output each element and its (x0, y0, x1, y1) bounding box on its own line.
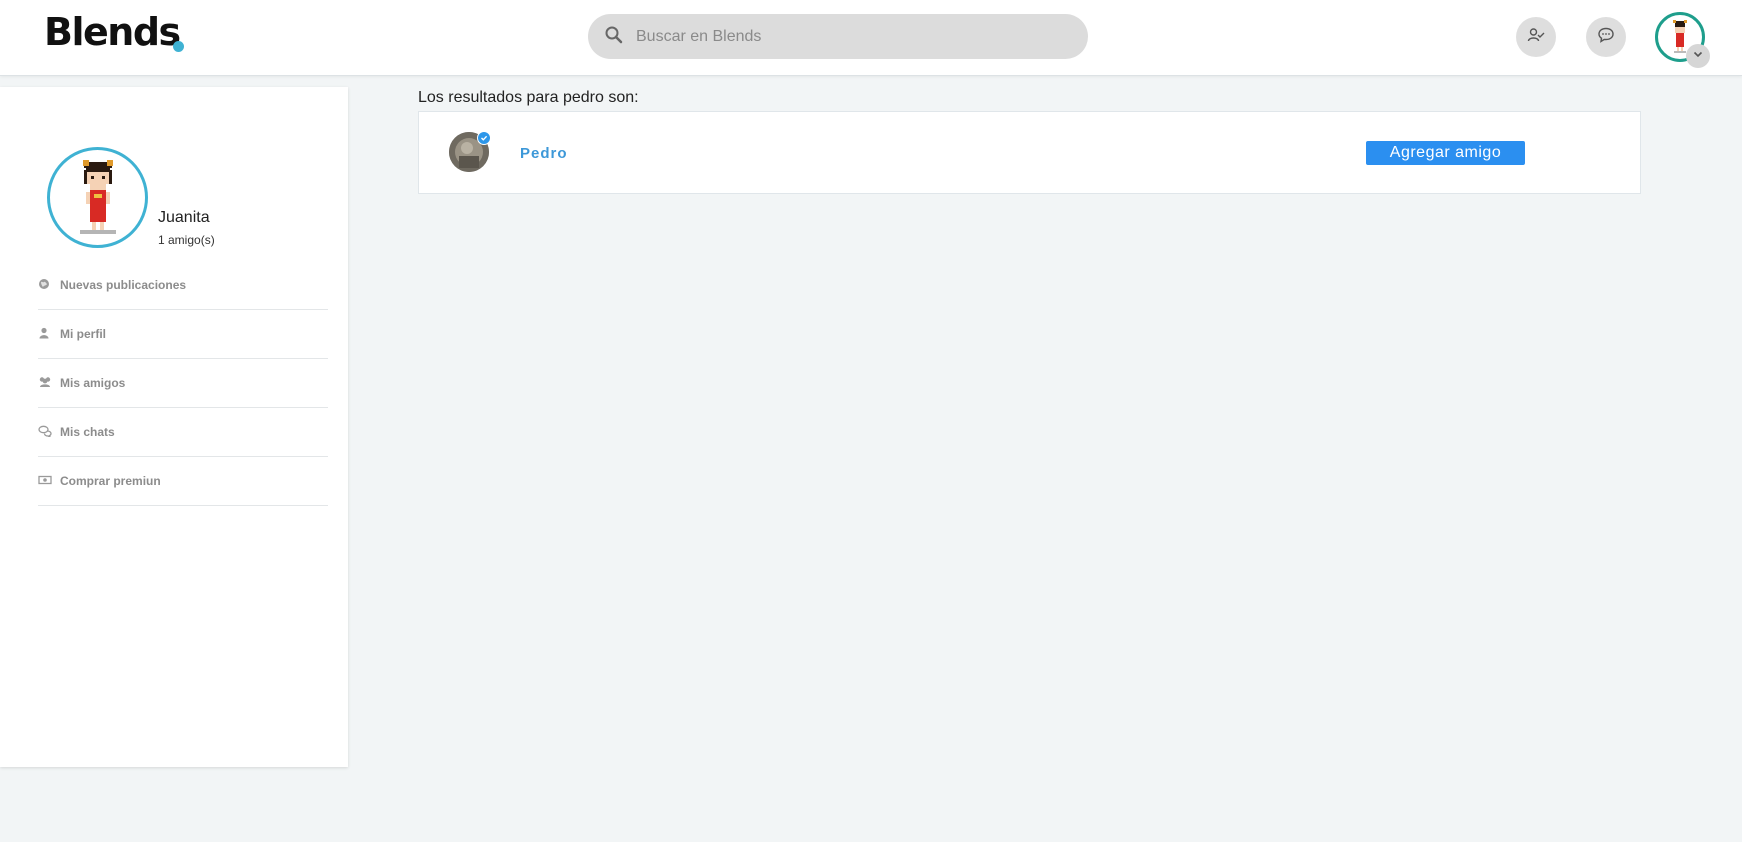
sidebar-menu: Nuevas publicaciones Mi perfil Mis amigo… (38, 261, 328, 506)
sidebar-item-label: Nuevas publicaciones (60, 278, 187, 292)
messages-button[interactable] (1586, 17, 1626, 57)
search-bar[interactable] (588, 14, 1088, 59)
sidebar-item-label: Mis chats (60, 425, 115, 439)
top-header: Blends (0, 0, 1742, 76)
add-friend-button[interactable]: Agregar amigo (1366, 141, 1525, 165)
sidebar-item-mi-perfil[interactable]: Mi perfil (38, 310, 328, 359)
result-name-link[interactable]: Pedro (520, 145, 568, 162)
juanita-profile-image (80, 160, 116, 234)
friend-count: 1 amigo(s) (158, 233, 215, 247)
sidebar-item-label: Mi perfil (60, 327, 107, 341)
search-result-card: Pedro Agregar amigo (418, 111, 1641, 194)
results-heading: Los resultados para pedro son: (418, 89, 639, 106)
profile-avatar[interactable] (47, 147, 148, 248)
friend-requests-icon (1527, 26, 1545, 49)
sidebar-item-mis-chats[interactable]: Mis chats (38, 408, 328, 457)
left-sidebar: Juanita 1 amigo(s) Nuevas publicaciones … (0, 87, 348, 767)
account-menu-toggle[interactable] (1686, 44, 1710, 68)
messages-icon (1597, 26, 1615, 49)
search-input[interactable] (628, 14, 1068, 59)
brand-logo-dot (173, 41, 184, 52)
user-icon (38, 327, 52, 341)
friend-requests-button[interactable] (1516, 17, 1556, 57)
sidebar-item-label: Mis amigos (60, 376, 126, 390)
profile-name[interactable]: Juanita (158, 209, 210, 227)
sidebar-item-comprar-premiun[interactable]: Comprar premiun (38, 457, 328, 506)
money-icon (38, 474, 52, 488)
search-icon (604, 25, 624, 45)
verified-badge-icon (477, 131, 491, 145)
sidebar-item-nuevas-publicaciones[interactable]: Nuevas publicaciones (38, 261, 328, 310)
sidebar-item-label: Comprar premiun (60, 474, 161, 488)
brand-logo[interactable]: Blends (44, 10, 181, 54)
chat-icon (38, 425, 52, 439)
globe-icon (38, 278, 52, 292)
users-icon (38, 376, 52, 390)
chevron-down-icon (1692, 47, 1704, 65)
sidebar-item-mis-amigos[interactable]: Mis amigos (38, 359, 328, 408)
